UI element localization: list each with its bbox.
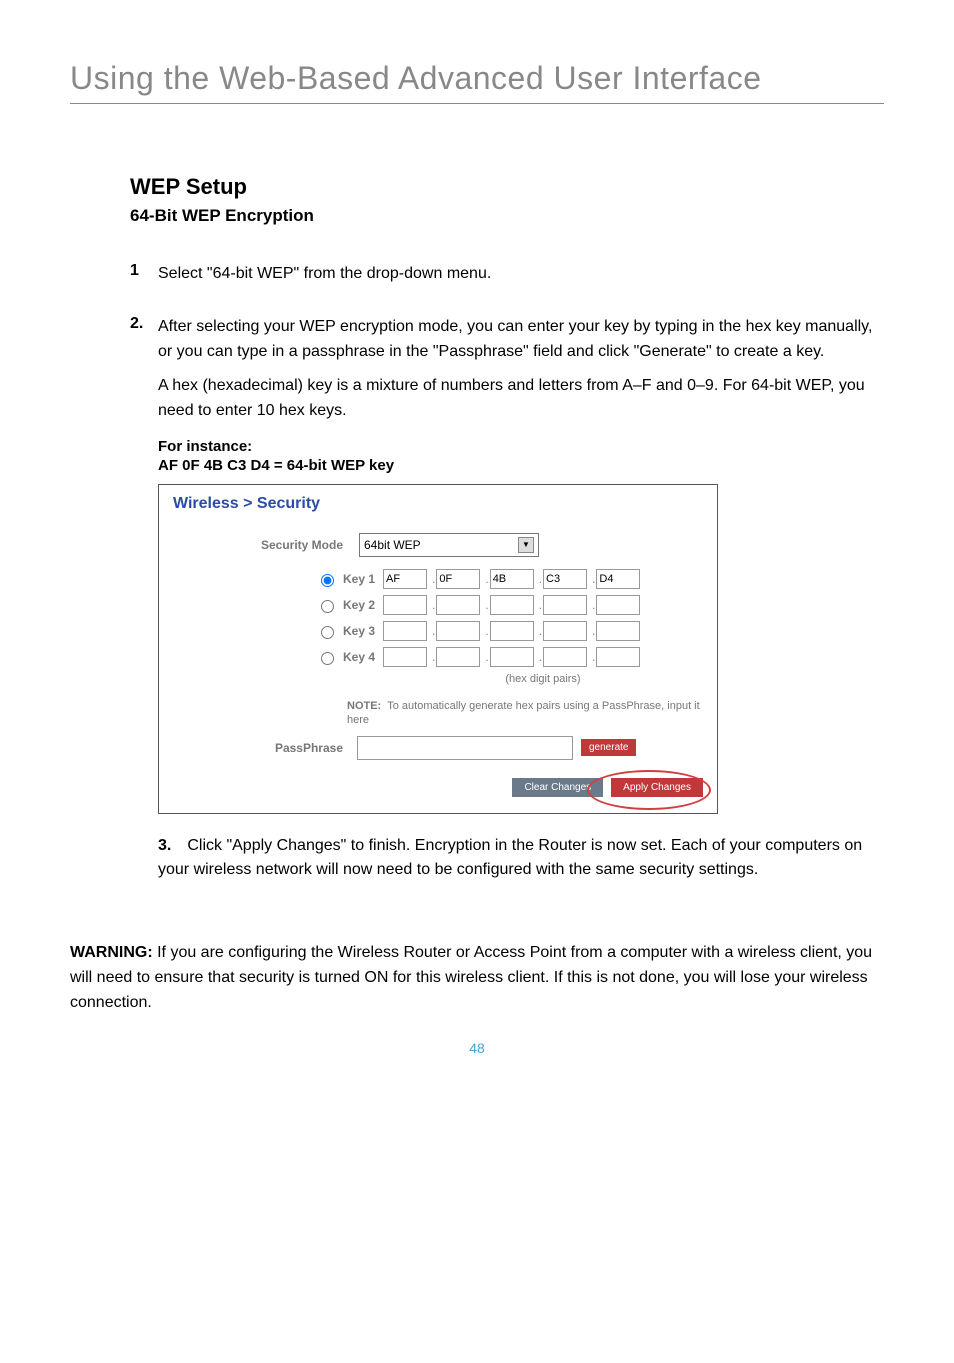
key4-radio[interactable] [321, 652, 334, 665]
passphrase-note: NOTE: To automatically generate hex pair… [347, 699, 703, 728]
ss-breadcrumb: Wireless > Security [173, 495, 703, 513]
step-1-text: Select "64-bit WEP" from the drop-down m… [158, 262, 491, 287]
clear-changes-button[interactable]: Clear Changes [512, 778, 603, 797]
for-instance-key: AF 0F 4B C3 D4 = 64-bit WEP key [158, 457, 884, 474]
key2-field-2[interactable] [436, 595, 480, 615]
key3-radio[interactable] [321, 626, 334, 639]
key4-field-2[interactable] [436, 647, 480, 667]
key3-field-1[interactable] [383, 621, 427, 641]
note-label: NOTE: [347, 699, 381, 713]
hex-pairs-hint: (hex digit pairs) [383, 673, 703, 685]
title-rule [70, 103, 884, 104]
key1-field-4[interactable] [543, 569, 587, 589]
key2-field-1[interactable] [383, 595, 427, 615]
key4-field-5[interactable] [596, 647, 640, 667]
key4-label: Key 4 [343, 650, 383, 664]
page-number: 48 [70, 1040, 884, 1056]
security-mode-value: 64bit WEP [364, 538, 421, 552]
key1-field-5[interactable] [596, 569, 640, 589]
security-mode-select[interactable]: 64bit WEP ▼ [359, 533, 539, 557]
step-3-text: Click "Apply Changes" to finish. Encrypt… [158, 837, 862, 879]
page-title: Using the Web-Based Advanced User Interf… [70, 60, 884, 97]
key3-field-2[interactable] [436, 621, 480, 641]
step-1: 1 Select "64-bit WEP" from the drop-down… [130, 262, 884, 287]
security-mode-label: Security Mode [173, 538, 359, 552]
key2-field-3[interactable] [490, 595, 534, 615]
note-text: To automatically generate hex pairs usin… [347, 700, 700, 726]
key2-radio[interactable] [321, 600, 334, 613]
key4-field-4[interactable] [543, 647, 587, 667]
step-3: 3.Click "Apply Changes" to finish. Encry… [158, 834, 884, 884]
section-subtitle: 64-Bit WEP Encryption [130, 206, 884, 226]
key3-label: Key 3 [343, 624, 383, 638]
wep-screenshot: Wireless > Security Security Mode 64bit … [158, 484, 718, 814]
warning-label: WARNING: [70, 944, 153, 961]
key1-radio[interactable] [321, 574, 334, 587]
key1-field-3[interactable] [490, 569, 534, 589]
key2-field-4[interactable] [543, 595, 587, 615]
step-1-number: 1 [130, 262, 158, 287]
for-instance-label: For instance: [158, 438, 884, 455]
section-title: WEP Setup [130, 174, 884, 200]
step-2-text: After selecting your WEP encryption mode… [158, 315, 884, 365]
key1-label: Key 1 [343, 572, 383, 586]
key3-field-5[interactable] [596, 621, 640, 641]
step-2-number: 2. [130, 315, 158, 913]
step-3-number: 3. [158, 837, 171, 854]
key2-label: Key 2 [343, 598, 383, 612]
step-2: 2. After selecting your WEP encryption m… [130, 315, 884, 913]
key2-field-5[interactable] [596, 595, 640, 615]
chevron-down-icon: ▼ [518, 537, 534, 553]
passphrase-label: PassPhrase [173, 741, 357, 755]
key4-field-3[interactable] [490, 647, 534, 667]
key3-field-4[interactable] [543, 621, 587, 641]
generate-button[interactable]: generate [581, 739, 636, 756]
key1-field-1[interactable] [383, 569, 427, 589]
apply-changes-button[interactable]: Apply Changes [611, 778, 703, 797]
warning-block: WARNING: If you are configuring the Wire… [70, 941, 884, 1015]
passphrase-input[interactable] [357, 736, 573, 760]
key3-field-3[interactable] [490, 621, 534, 641]
key4-field-1[interactable] [383, 647, 427, 667]
key1-field-2[interactable] [436, 569, 480, 589]
warning-text: If you are configuring the Wireless Rout… [70, 944, 872, 1011]
step-2-para2: A hex (hexadecimal) key is a mixture of … [158, 374, 884, 424]
